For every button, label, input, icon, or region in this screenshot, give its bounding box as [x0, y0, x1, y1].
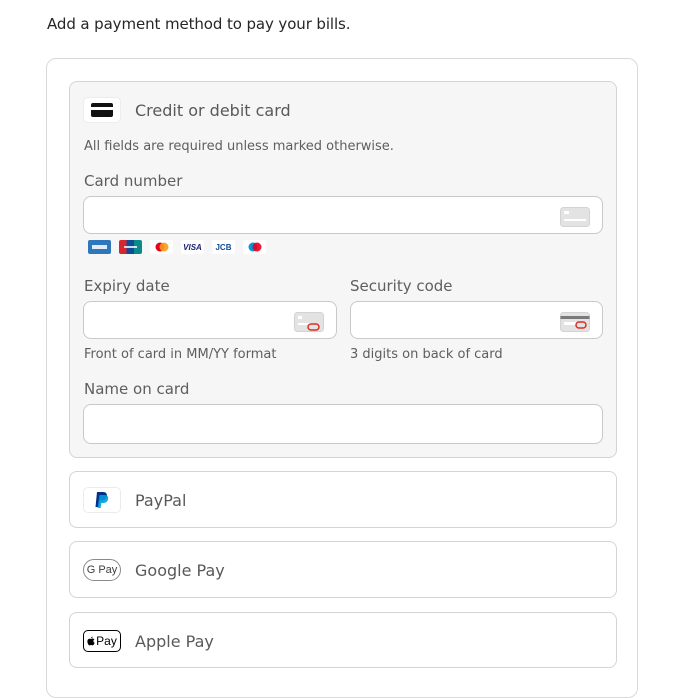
visa-icon: VISA — [181, 240, 204, 254]
apple-pay-method-title: Apple Pay — [135, 631, 214, 651]
card-number-input[interactable] — [84, 197, 602, 233]
card-back-cvc-icon — [560, 312, 590, 332]
paypal-method-title: PayPal — [135, 490, 187, 510]
page-intro-text: Add a payment method to pay your bills. — [47, 15, 351, 33]
accepted-card-brands: VISA JCB — [88, 240, 266, 254]
card-number-field[interactable] — [83, 196, 603, 234]
security-code-field[interactable] — [350, 301, 603, 339]
required-fields-hint: All fields are required unless marked ot… — [84, 139, 394, 154]
apple-pay-method-header[interactable]: Pay Apple Pay — [83, 628, 214, 654]
mastercard-icon — [150, 240, 173, 254]
name-on-card-input[interactable] — [84, 405, 602, 443]
google-pay-method-title: Google Pay — [135, 560, 225, 580]
expiry-date-help: Front of card in MM/YY format — [84, 347, 277, 362]
card-method-header[interactable]: Credit or debit card — [83, 97, 291, 123]
google-pay-icon: G Pay — [83, 559, 121, 581]
card-number-label: Card number — [84, 172, 183, 190]
google-pay-method-header[interactable]: G Pay Google Pay — [83, 557, 225, 583]
paypal-method-option[interactable]: PayPal — [69, 471, 617, 528]
security-code-help: 3 digits on back of card — [350, 347, 503, 362]
card-method-panel[interactable]: Credit or debit card All fields are requ… — [69, 81, 617, 458]
paypal-method-header[interactable]: PayPal — [83, 487, 186, 513]
paypal-icon — [83, 487, 121, 513]
expiry-date-label: Expiry date — [84, 277, 170, 295]
apple-pay-method-option[interactable]: Pay Apple Pay — [69, 612, 617, 668]
jcb-icon: JCB — [212, 240, 235, 254]
unionpay-icon — [119, 240, 142, 254]
apple-logo-icon — [87, 636, 95, 646]
card-expiry-icon — [294, 312, 324, 332]
credit-card-icon — [83, 97, 121, 123]
jcb-text: JCB — [215, 242, 232, 252]
expiry-date-field[interactable] — [83, 301, 337, 339]
card-front-icon — [560, 207, 590, 227]
amex-icon — [88, 240, 111, 254]
google-pay-method-option[interactable]: G Pay Google Pay — [69, 541, 617, 598]
security-code-label: Security code — [350, 277, 453, 295]
apple-pay-badge-text: Pay — [96, 634, 117, 648]
maestro-icon — [243, 240, 266, 254]
name-on-card-label: Name on card — [84, 380, 190, 398]
name-on-card-field[interactable] — [83, 404, 603, 444]
card-method-title: Credit or debit card — [135, 100, 291, 120]
apple-pay-icon: Pay — [83, 630, 121, 652]
